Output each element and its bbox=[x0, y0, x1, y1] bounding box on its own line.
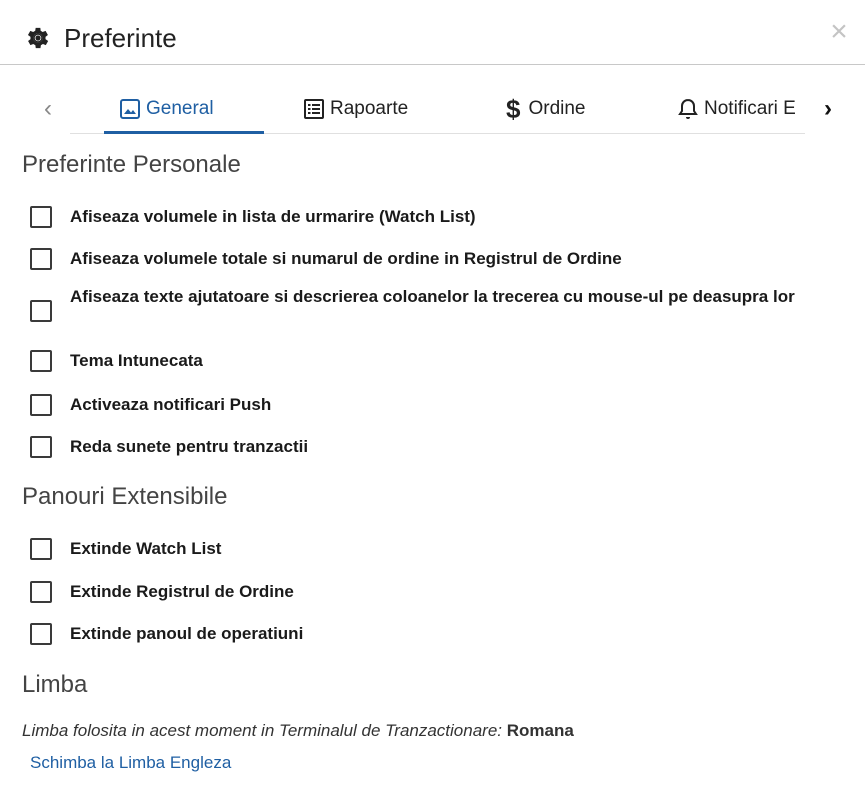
checkbox[interactable] bbox=[30, 436, 52, 458]
option-push-notifications[interactable]: Activeaza notificari Push bbox=[30, 390, 840, 420]
section-title-panels: Panouri Extensibile bbox=[22, 483, 228, 510]
tab-general-label: General bbox=[146, 98, 214, 119]
section-title-personal: Preferinte Personale bbox=[22, 151, 241, 178]
tab-notificari-label: Notificari E bbox=[704, 98, 796, 119]
option-label: Tema Intunecata bbox=[70, 351, 203, 370]
image-icon bbox=[118, 97, 142, 121]
checkbox[interactable] bbox=[30, 623, 52, 645]
switch-language-link[interactable]: Schimba la Limba Engleza bbox=[30, 750, 231, 776]
checkbox[interactable] bbox=[30, 538, 52, 560]
tab-general[interactable]: General bbox=[118, 94, 214, 124]
checkbox[interactable] bbox=[30, 248, 52, 270]
option-dark-theme[interactable]: Tema Intunecata bbox=[30, 346, 840, 376]
gear-icon bbox=[24, 24, 52, 52]
tab-ordine-label: Ordine bbox=[528, 98, 586, 119]
option-label: Extinde panoul de operatiuni bbox=[70, 624, 304, 643]
option-label: Afiseaza texte ajutatoare si descrierea … bbox=[70, 287, 795, 306]
checkbox[interactable] bbox=[30, 394, 52, 416]
option-watchlist-volumes[interactable]: Afiseaza volumele in lista de urmarire (… bbox=[30, 202, 840, 232]
checkbox[interactable] bbox=[30, 581, 52, 603]
option-label: Extinde Watch List bbox=[70, 539, 222, 558]
option-label: Reda sunete pentru tranzactii bbox=[70, 437, 309, 456]
option-label: Activeaza notificari Push bbox=[70, 395, 272, 414]
tab-rapoarte-label: Rapoarte bbox=[330, 98, 409, 119]
option-expand-operations[interactable]: Extinde panoul de operatiuni bbox=[30, 619, 840, 649]
checkbox[interactable] bbox=[30, 350, 52, 372]
list-icon bbox=[302, 97, 326, 121]
tabs-prev-arrow-icon[interactable]: ‹ bbox=[38, 94, 58, 124]
option-expand-order-book[interactable]: Extinde Registrul de Ordine bbox=[30, 577, 840, 607]
tab-bar: ‹ General Rapoarte $ Ordine Notificari E… bbox=[0, 84, 865, 134]
option-label: Afiseaza volumele in lista de urmarire (… bbox=[70, 207, 476, 226]
dialog-title: Preferinte bbox=[64, 23, 177, 53]
current-language-value: Romana bbox=[506, 721, 574, 740]
tab-notificari[interactable]: Notificari E bbox=[676, 94, 806, 124]
active-tab-indicator bbox=[104, 131, 264, 134]
checkbox[interactable] bbox=[30, 206, 52, 228]
option-help-texts[interactable]: Afiseaza texte ajutatoare si descrierea … bbox=[30, 282, 840, 322]
bell-icon bbox=[676, 97, 700, 121]
dialog-header: Preferinte × bbox=[0, 0, 865, 65]
option-expand-watchlist[interactable]: Extinde Watch List bbox=[30, 534, 840, 564]
option-trade-sounds[interactable]: Reda sunete pentru tranzactii bbox=[30, 432, 840, 462]
close-icon[interactable]: × bbox=[825, 17, 853, 47]
dollar-icon: $ bbox=[506, 93, 521, 124]
tab-ordine[interactable]: $ Ordine bbox=[506, 94, 586, 124]
checkbox[interactable] bbox=[30, 300, 52, 322]
option-label: Afiseaza volumele totale si numarul de o… bbox=[70, 249, 622, 268]
tabs-next-arrow-icon[interactable]: › bbox=[818, 94, 838, 124]
option-label: Extinde Registrul de Ordine bbox=[70, 582, 294, 601]
current-language-note: Limba folosita in acest moment in Termin… bbox=[22, 718, 574, 744]
tab-rapoarte[interactable]: Rapoarte bbox=[302, 94, 408, 124]
current-language-text: Limba folosita in acest moment in Termin… bbox=[22, 721, 503, 740]
section-title-language: Limba bbox=[22, 671, 88, 698]
preferences-dialog: Preferinte × ‹ General Rapoarte $ Ordine… bbox=[0, 0, 865, 803]
option-total-volumes[interactable]: Afiseaza volumele totale si numarul de o… bbox=[30, 244, 840, 274]
